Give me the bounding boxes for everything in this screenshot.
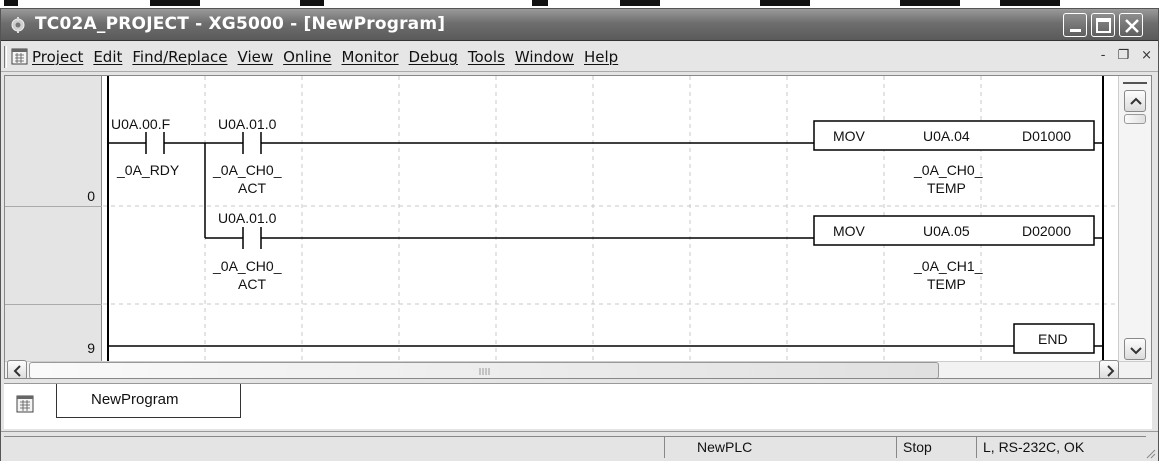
close-icon xyxy=(1125,19,1139,33)
mdi-close-button[interactable]: × xyxy=(1141,48,1152,63)
menu-edit[interactable]: Edit xyxy=(93,48,122,66)
mdi-minimize-button[interactable]: - xyxy=(1101,48,1106,63)
menu-debug[interactable]: Debug xyxy=(409,48,458,66)
scroll-up-button[interactable] xyxy=(1124,90,1146,112)
menu-project[interactable]: Project xyxy=(32,48,83,66)
instruction-operand: U0A.04 xyxy=(923,128,970,144)
contact-comment: _0A_CH0_ xyxy=(213,258,282,274)
status-message xyxy=(4,436,664,458)
status-connection: L, RS-232C, OK xyxy=(976,436,1146,458)
resize-grip-icon[interactable] xyxy=(1144,447,1156,459)
row-separator xyxy=(5,206,102,207)
scroll-down-button[interactable] xyxy=(1124,338,1146,360)
document-tab-bar: NewProgram xyxy=(4,383,1152,429)
scroll-right-button[interactable] xyxy=(1099,360,1119,378)
rung-9-wires xyxy=(108,323,1103,354)
ladder-canvas[interactable]: U0A.00.F _0A_RDY U0A.01.0 _0A_CH0_ ACT M… xyxy=(103,76,1116,361)
status-bar: NewPLC Stop L, RS-232C, OK xyxy=(1,431,1158,461)
contact-comment: ACT xyxy=(238,276,266,292)
close-button[interactable] xyxy=(1119,13,1143,37)
chevron-right-icon xyxy=(1107,365,1115,377)
instruction-op: MOV xyxy=(833,128,865,144)
status-plc-mode: Stop xyxy=(896,436,976,458)
chevron-up-icon xyxy=(1130,97,1142,105)
maximize-button[interactable] xyxy=(1091,13,1115,37)
xg5000-window: TC02A_PROJECT - XG5000 - [NewProgram] Pr… xyxy=(0,8,1159,461)
menu-monitor[interactable]: Monitor xyxy=(342,48,399,66)
minimize-button[interactable] xyxy=(1063,13,1087,37)
vertical-scrollbar[interactable] xyxy=(1118,76,1151,361)
instruction-operand: U0A.05 xyxy=(923,223,970,239)
app-icon xyxy=(11,17,25,33)
chevron-down-icon xyxy=(1130,347,1142,355)
chevron-left-icon xyxy=(13,365,21,377)
horizontal-scrollbar[interactable] xyxy=(5,360,1151,378)
scroll-left-button[interactable] xyxy=(7,360,27,378)
document-icon[interactable] xyxy=(11,48,28,65)
operand-comment: _0A_CH0_ xyxy=(914,162,983,178)
contact-address: U0A.01.0 xyxy=(218,210,277,226)
ladder-editor[interactable]: 0 9 U0A.00.F _0A_RDY U0A.01.0 _0A_CH0_ A… xyxy=(4,75,1152,379)
split-handle[interactable] xyxy=(1123,82,1147,84)
cropped-document-strip xyxy=(0,0,1159,8)
tab-newprogram[interactable]: NewProgram xyxy=(56,384,241,418)
contact-address: U0A.00.F xyxy=(111,116,171,132)
contact-comment: _0A_RDY xyxy=(117,162,180,178)
program-icon xyxy=(16,395,34,413)
contact-comment: ACT xyxy=(238,180,266,196)
menu-window[interactable]: Window xyxy=(515,48,574,66)
row-separator xyxy=(5,304,102,305)
step-gutter: 0 9 xyxy=(5,76,102,361)
horizontal-scroll-thumb[interactable] xyxy=(29,362,939,378)
step-number: 0 xyxy=(87,188,95,204)
maximize-icon xyxy=(1096,18,1111,33)
end-instruction: END xyxy=(1038,331,1068,347)
operand-comment: TEMP xyxy=(927,276,966,292)
operand-comment: TEMP xyxy=(927,180,966,196)
instruction-operand: D01000 xyxy=(1022,128,1072,144)
status-plc-name: NewPLC xyxy=(664,436,896,458)
toolbar-grip[interactable] xyxy=(4,46,7,68)
instruction-operand: D02000 xyxy=(1022,223,1072,239)
vertical-scroll-thumb[interactable] xyxy=(1124,114,1146,124)
minimize-icon xyxy=(1070,29,1081,32)
menu-bar: Project Edit Find/Replace View Online Mo… xyxy=(1,42,1158,72)
step-number: 9 xyxy=(87,340,95,356)
menu-find-replace[interactable]: Find/Replace xyxy=(132,48,227,66)
tab-label: NewProgram xyxy=(91,391,179,408)
contact-comment: _0A_CH0_ xyxy=(213,162,282,178)
mdi-restore-button[interactable]: ❐ xyxy=(1117,48,1129,63)
menu-view[interactable]: View xyxy=(238,48,274,66)
window-title: TC02A_PROJECT - XG5000 - [NewProgram] xyxy=(35,14,446,34)
menu-help[interactable]: Help xyxy=(584,48,618,66)
operand-comment: _0A_CH1_ xyxy=(914,258,983,274)
grip-icon xyxy=(479,368,490,375)
menu-items: Project Edit Find/Replace View Online Mo… xyxy=(32,48,618,66)
title-bar[interactable]: TC02A_PROJECT - XG5000 - [NewProgram] xyxy=(1,9,1158,41)
contact-address: U0A.01.0 xyxy=(218,116,277,132)
menu-online[interactable]: Online xyxy=(283,48,331,66)
mdi-controls: - ❐ × xyxy=(1101,48,1152,63)
menu-tools[interactable]: Tools xyxy=(468,48,505,66)
instruction-op: MOV xyxy=(833,223,865,239)
